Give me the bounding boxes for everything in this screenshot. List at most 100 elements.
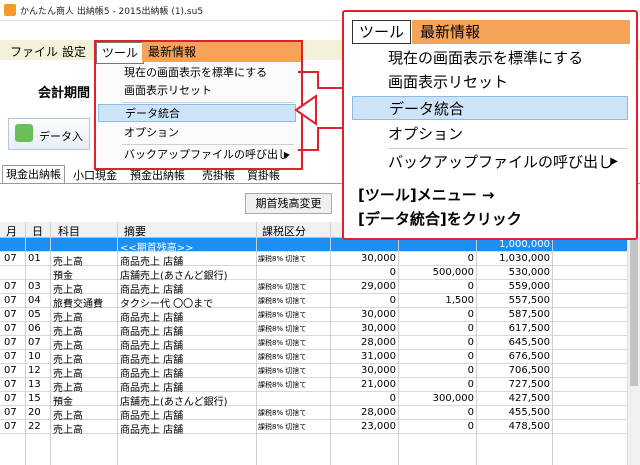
row-day: 05 xyxy=(28,309,41,320)
row-amount-1: 29,000 xyxy=(361,281,396,292)
row-amount-2: 0 xyxy=(467,281,474,292)
table-row[interactable]: 07 07 売上高 商品売上 店舗 課税8% 切捨て 28,000 0 645,500 xyxy=(0,336,627,352)
row-balance: 559,000 xyxy=(508,281,550,292)
row-tax: 課税8% 切捨て xyxy=(258,339,307,347)
row-balance: 617,500 xyxy=(508,323,550,334)
row-amount-1: 30,000 xyxy=(361,365,396,376)
zoom-item-data-merge: データ統合 xyxy=(352,96,628,120)
row-tax: 課税8% 切捨て xyxy=(258,255,307,263)
zoom-menu-tools: ツール xyxy=(352,20,412,44)
col-description[interactable]: 摘要 xyxy=(124,223,146,239)
row-day: 13 xyxy=(28,379,41,390)
menu-tools[interactable]: ツール xyxy=(96,42,145,64)
row-balance: 587,500 xyxy=(508,309,550,320)
table-row[interactable]: 07 20 売上高 商品売上 店舗 課税8% 切捨て 28,000 0 455,500 xyxy=(0,406,627,422)
menu-item-set-default[interactable]: 現在の画面表示を標準にする xyxy=(98,64,296,82)
table-row[interactable]: 07 13 売上高 商品売上 店舗 課税8% 切捨て 21,000 0 727,500 xyxy=(0,378,627,394)
data-entry-button[interactable]: データ入 xyxy=(8,118,90,150)
row-day: 22 xyxy=(28,421,41,432)
row-balance: 478,500 xyxy=(508,421,550,432)
zoom-item-reset-view: 画面表示リセット xyxy=(388,73,509,91)
col-account[interactable]: 科目 xyxy=(58,223,80,239)
row-amount-1: 0 xyxy=(389,393,396,404)
col-month[interactable]: 月 xyxy=(6,223,17,239)
submenu-arrow-icon: ▶ xyxy=(610,156,618,167)
tools-dropdown: ツール 最新情報 現在の画面表示を標準にする 画面表示リセット データ統合 オプ… xyxy=(94,40,303,170)
row-day: 12 xyxy=(28,365,41,376)
col-day[interactable]: 日 xyxy=(32,223,43,239)
zoom-item-backup: バックアップファイルの呼び出し ▶ xyxy=(352,150,628,174)
menu-news[interactable]: 最新情報 xyxy=(142,42,301,62)
row-month: 07 xyxy=(4,351,17,362)
row-amount-1: 30,000 xyxy=(361,253,396,264)
row-month: 07 xyxy=(4,379,17,390)
zoom-callout: ツール 最新情報 現在の画面表示を標準にする 画面表示リセット データ統合 オプ… xyxy=(342,10,638,240)
row-balance: 706,500 xyxy=(508,365,550,376)
table-row[interactable]: 07 05 売上高 商品売上 店舗 課税8% 切捨て 30,000 0 587,500 xyxy=(0,308,627,324)
app-icon xyxy=(4,4,16,16)
table-row[interactable]: 07 01 売上高 商品売上 店舗 課税8% 切捨て 30,000 0 1,030,000 xyxy=(0,252,627,268)
row-amount-2: 0 xyxy=(467,337,474,348)
menu-settings[interactable]: 設定 xyxy=(62,43,86,60)
row-account: 売上高 xyxy=(53,425,83,436)
zoom-separator xyxy=(388,148,628,149)
row-tax: 課税8% 切捨て xyxy=(258,353,307,361)
col-tax[interactable]: 課税区分 xyxy=(262,223,306,239)
row-balance: 427,500 xyxy=(508,393,550,404)
row-amount-1: 23,000 xyxy=(361,421,396,432)
row-month: 07 xyxy=(4,281,17,292)
row-amount-1: 21,000 xyxy=(361,379,396,390)
row-amount-1: 28,000 xyxy=(361,337,396,348)
row-month: 07 xyxy=(4,407,17,418)
row-balance: 530,000 xyxy=(508,267,550,278)
row-tax: 課税8% 切捨て xyxy=(258,297,307,305)
row-amount-1: 0 xyxy=(389,295,396,306)
scroll-thumb[interactable] xyxy=(630,236,638,386)
row-amount-2: 0 xyxy=(467,253,474,264)
zoom-header: ツール 最新情報 xyxy=(352,20,630,44)
table-row[interactable]: 07 22 売上高 商品売上 店舗 課税8% 切捨て 23,000 0 478,500 xyxy=(0,420,627,436)
row-amount-1: 28,000 xyxy=(361,407,396,418)
row-amount-1: 0 xyxy=(389,267,396,278)
menu-separator xyxy=(122,144,294,145)
table-row[interactable]: 07 04 旅費交通費 タクシー代 〇〇まで 課税8% 切捨て 0 1,500 557,500 xyxy=(0,294,627,310)
row-month: 07 xyxy=(4,337,17,348)
vertical-scrollbar[interactable] xyxy=(627,222,640,465)
row-tax: 課税8% 切捨て xyxy=(258,325,307,333)
table-row[interactable]: 07 06 売上高 商品売上 店舗 課税8% 切捨て 30,000 0 617,500 xyxy=(0,322,627,338)
pencil-icon xyxy=(15,124,33,142)
menu-item-backup[interactable]: バックアップファイルの呼び出し ▶ xyxy=(98,146,296,164)
row-amount-2: 1,500 xyxy=(445,295,474,306)
menu-item-options[interactable]: オプション xyxy=(98,124,296,142)
row-amount-2: 0 xyxy=(467,421,474,432)
table-row[interactable]: 07 10 売上高 商品売上 店舗 課税8% 切捨て 31,000 0 676,500 xyxy=(0,350,627,366)
menu-item-backup-label: バックアップファイルの呼び出し xyxy=(124,148,289,161)
row-month: 07 xyxy=(4,365,17,376)
table-row[interactable]: 07 12 売上高 商品売上 店舗 課税8% 切捨て 30,000 0 706,500 xyxy=(0,364,627,380)
table-row[interactable]: 預金 店舗売上(あさんど銀行) 0 500,000 530,000 xyxy=(0,266,627,282)
row-amount-2: 0 xyxy=(467,351,474,362)
row-day: 06 xyxy=(28,323,41,334)
row-month: 07 xyxy=(4,253,17,264)
menu-separator xyxy=(122,102,294,103)
row-balance: 727,500 xyxy=(508,379,550,390)
tab-cash-book[interactable]: 現金出納帳 xyxy=(2,165,65,184)
row-month: 07 xyxy=(4,323,17,334)
menu-item-data-merge[interactable]: データ統合 xyxy=(98,104,296,122)
row-month: 07 xyxy=(4,421,17,432)
table-row[interactable]: 07 15 預金 店舗売上(あさんど銀行) 0 300,000 427,500 xyxy=(0,392,627,408)
menu-item-reset-view[interactable]: 画面表示リセット xyxy=(98,82,296,100)
row-day: 10 xyxy=(28,351,41,362)
balance-change-button[interactable]: 期首残高変更 xyxy=(245,193,332,214)
row-month: 07 xyxy=(4,393,17,404)
row-tax: 課税8% 切捨て xyxy=(258,367,307,375)
row-day: 01 xyxy=(28,253,41,264)
menu-file[interactable]: ファイル xyxy=(10,43,58,60)
row-balance: 455,500 xyxy=(508,407,550,418)
row-day: 15 xyxy=(28,393,41,404)
row-description: 商品売上 店舗 xyxy=(120,425,184,436)
row-balance: 1,030,000 xyxy=(499,253,550,264)
table-row[interactable]: 07 03 売上高 商品売上 店舗 課税8% 切捨て 29,000 0 559,000 xyxy=(0,280,627,296)
submenu-arrow-icon: ▶ xyxy=(283,150,290,159)
opening-balance-row[interactable]: <<期首残高>> 1,000,000 xyxy=(0,238,627,254)
